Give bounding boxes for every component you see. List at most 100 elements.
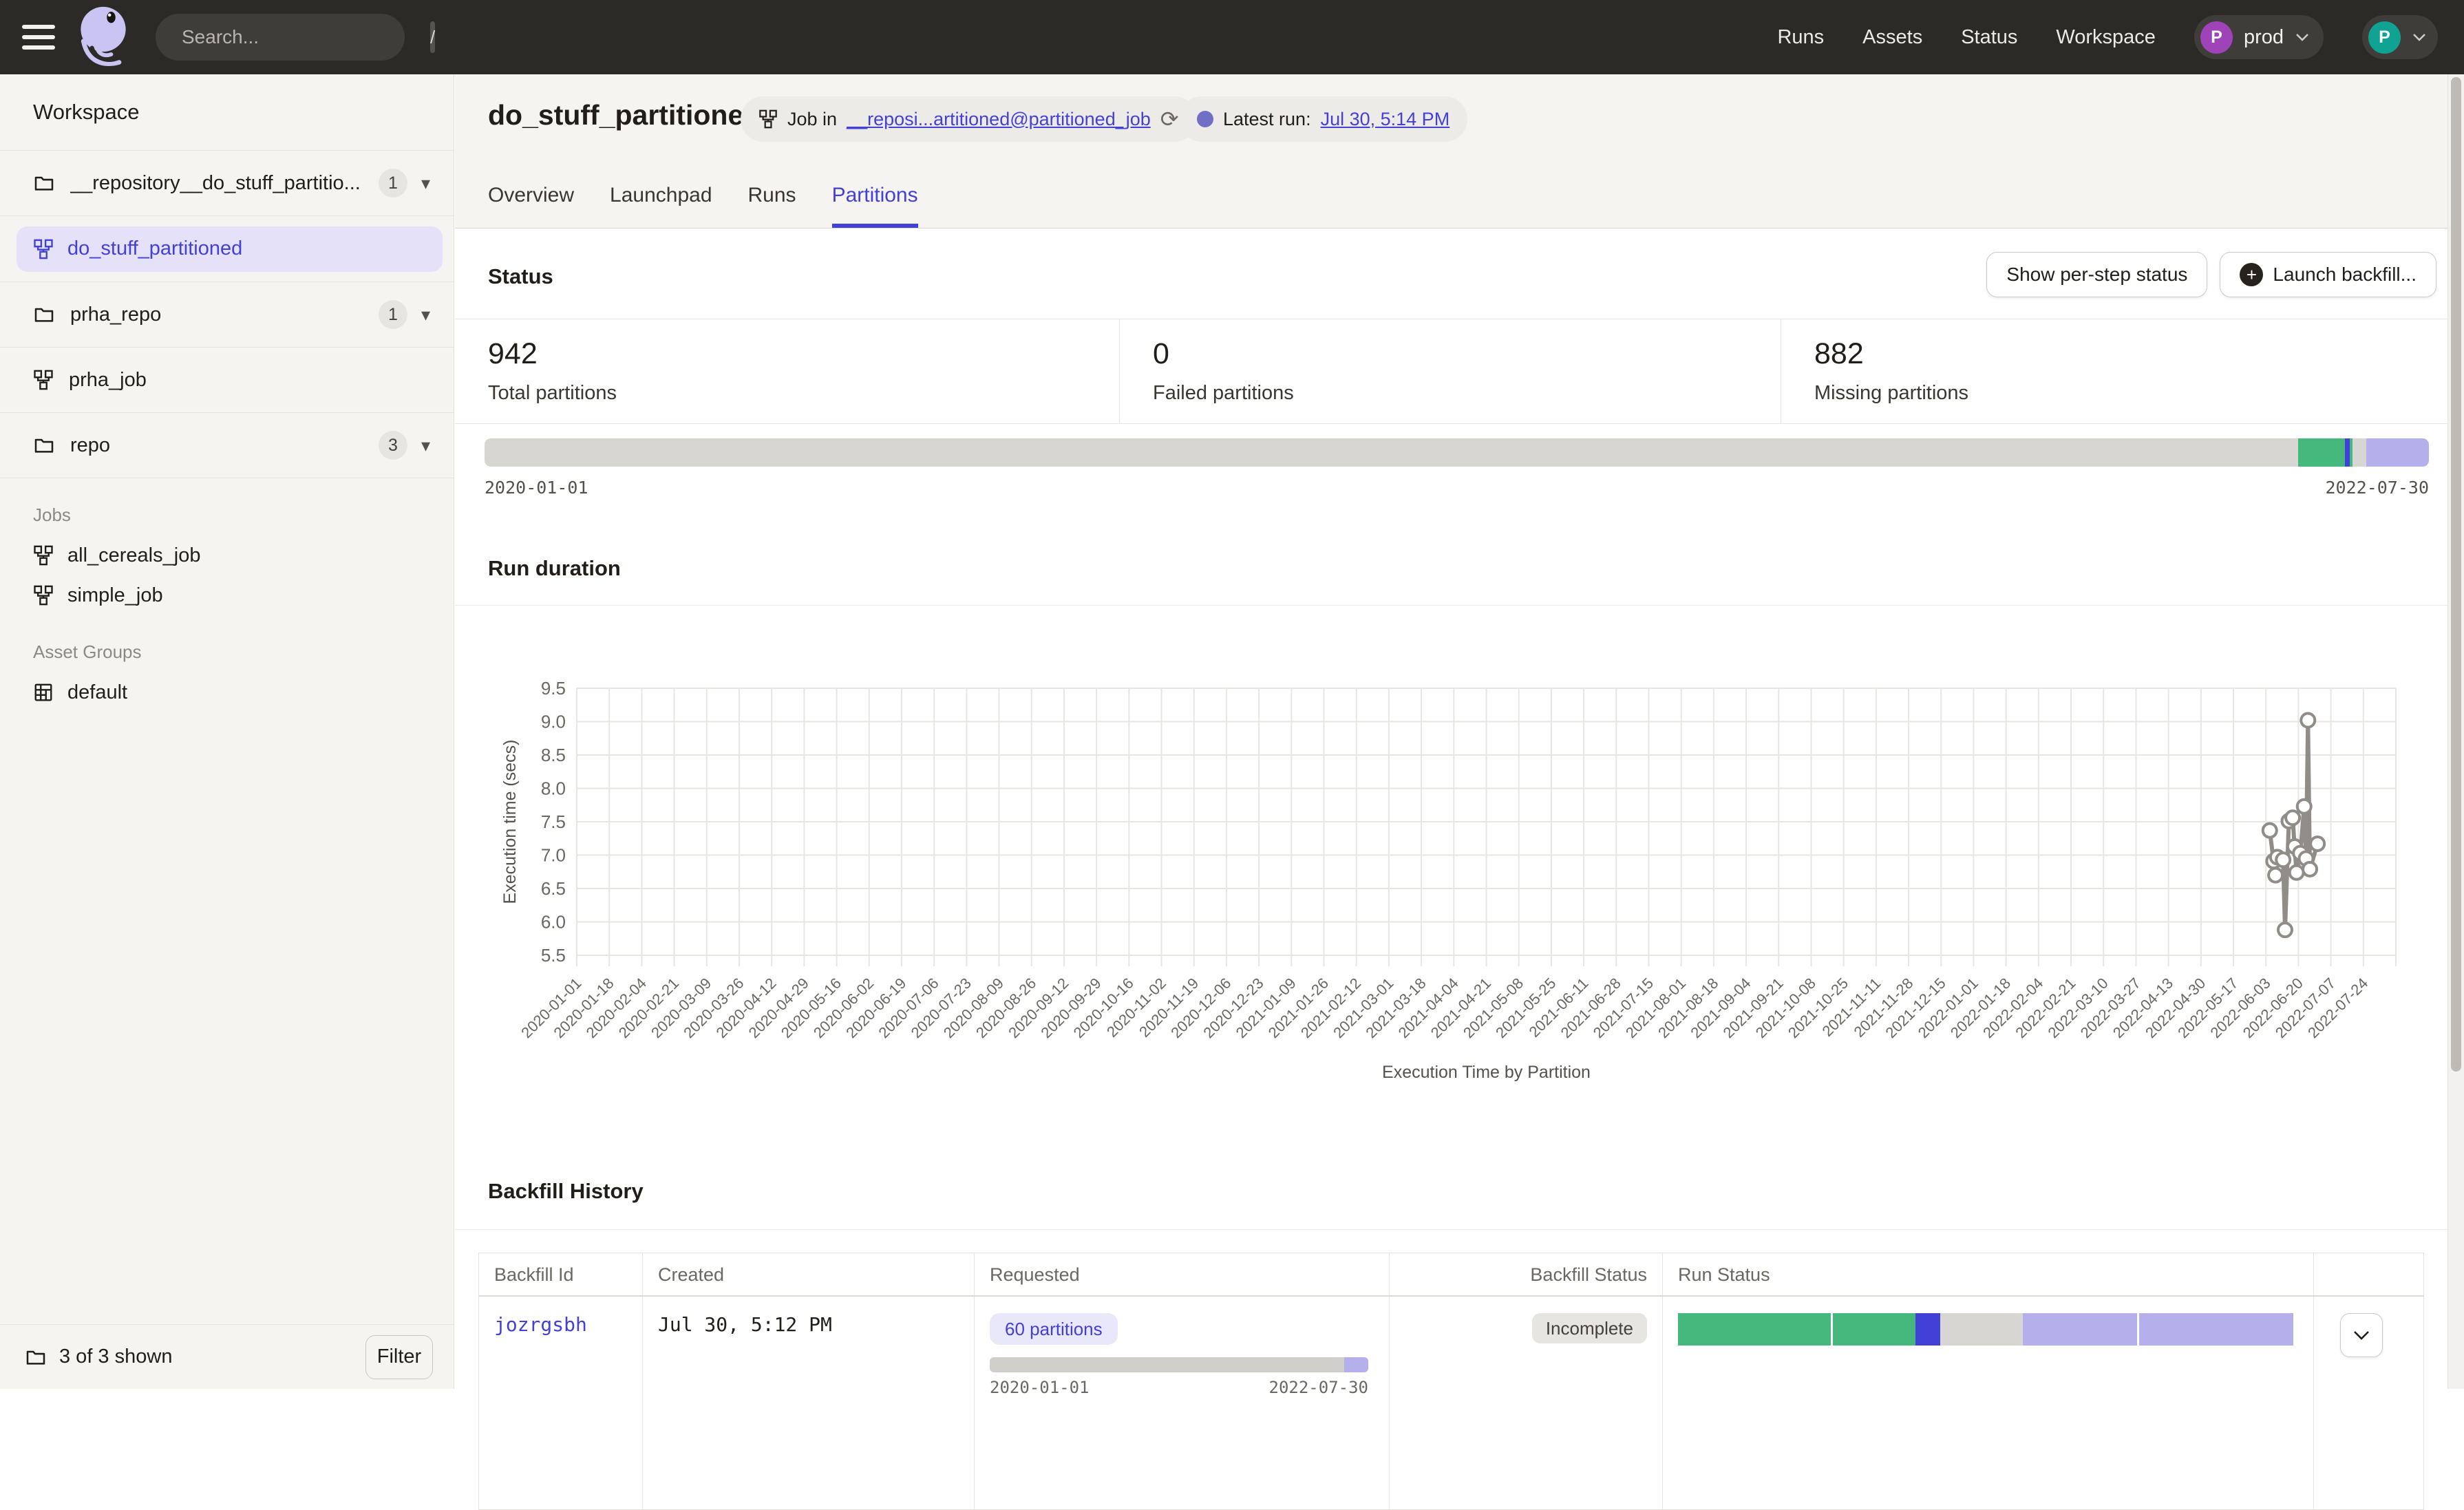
latest-run-pill: Latest run: Jul 30, 5:14 PM: [1179, 96, 1467, 142]
user-avatar: P: [2368, 21, 2401, 54]
bar-segment: [1915, 1313, 1940, 1346]
search-shortcut-badge: /: [430, 21, 435, 53]
column-header-backfill-id: Backfill Id: [479, 1253, 643, 1297]
stat-label: Failed partitions: [1153, 382, 1781, 405]
nav-link-workspace[interactable]: Workspace: [2056, 26, 2156, 49]
sidebar-item-default[interactable]: default: [0, 672, 454, 712]
launch-backfill-button[interactable]: + Launch backfill...: [2220, 252, 2436, 297]
table-row: jozrgsbh Jul 30, 5:12 PM 60 partitions 2…: [479, 1296, 2424, 1509]
table-header-row: Backfill IdCreatedRequestedBackfill Stat…: [479, 1253, 2424, 1297]
bar-segment: [1344, 1357, 1368, 1372]
sidebar-item-label: all_cereals_job: [67, 544, 200, 567]
nav-link-status[interactable]: Status: [1961, 26, 2017, 49]
partition-range-end: 2022-07-30: [2325, 478, 2429, 498]
partition-stats: 942Total partitions0Failed partitions882…: [455, 319, 2464, 424]
chevron-down-icon[interactable]: ▾: [421, 435, 430, 456]
sidebar-item-repo[interactable]: repo3 ▾: [0, 413, 454, 478]
bar-segment: [1833, 1313, 1915, 1346]
column-header-requested: Requested: [975, 1253, 1390, 1297]
user-menu[interactable]: P: [2362, 15, 2438, 59]
svg-text:6.0: 6.0: [541, 912, 566, 933]
latest-run-label: Latest run:: [1223, 109, 1311, 130]
job-icon: [33, 370, 54, 390]
sidebar-section-label: Asset Groups: [33, 641, 454, 663]
page-scrollbar[interactable]: [2447, 74, 2464, 1389]
job-origin-pill: Job in __reposi...artitioned@partitioned…: [741, 96, 1197, 142]
run-status-bar[interactable]: [1678, 1313, 2293, 1346]
workspace-sidebar: Workspace __repository__do_stuff_partiti…: [0, 74, 454, 1389]
svg-text:5.5: 5.5: [541, 945, 566, 966]
launch-backfill-label: Launch backfill...: [2273, 264, 2417, 286]
workspace-repo-list: __repository__do_stuff_partitio...1▾do_s…: [0, 151, 454, 478]
dagster-logo-icon[interactable]: [70, 4, 136, 70]
bar-segment: [2298, 438, 2345, 467]
nav-link-runs[interactable]: Runs: [1777, 26, 1824, 49]
deployment-switcher[interactable]: P prod: [2194, 15, 2324, 59]
stat-missing-partitions: 882Missing partitions: [1781, 319, 2464, 423]
chevron-down-icon: [2353, 1330, 2370, 1341]
sidebar-item-simple_job[interactable]: simple_job: [0, 575, 454, 615]
sidebar-item-label: prha_repo: [70, 304, 379, 326]
scrollbar-thumb[interactable]: [2451, 77, 2461, 1072]
tab-overview[interactable]: Overview: [488, 163, 574, 228]
bar-segment: [485, 438, 2298, 467]
search-box[interactable]: /: [156, 14, 405, 61]
backfill-history-table: Backfill IdCreatedRequestedBackfill Stat…: [478, 1253, 2424, 1510]
expand-row-button[interactable]: [2340, 1313, 2383, 1357]
partition-status-bar[interactable]: [485, 438, 2429, 467]
job-icon: [33, 545, 54, 566]
bar-segment: [2023, 1313, 2137, 1346]
backfill-id-link[interactable]: jozrgsbh: [494, 1313, 587, 1336]
search-input[interactable]: [182, 26, 430, 48]
svg-text:7.0: 7.0: [541, 845, 566, 866]
reload-icon[interactable]: ⟳: [1160, 106, 1179, 132]
folder-icon: [33, 172, 55, 194]
chevron-down-icon[interactable]: ▾: [421, 304, 430, 326]
sidebar-item-do_stuff_partitioned[interactable]: do_stuff_partitioned: [17, 226, 443, 272]
column-header-actions: [2314, 1253, 2424, 1297]
chevron-down-icon: [2295, 32, 2310, 42]
sidebar-item-prha_repo[interactable]: prha_repo1▾: [0, 282, 454, 348]
stat-value: 0: [1153, 337, 1781, 371]
page-title: do_stuff_partitioned: [488, 99, 761, 131]
sidebar-item-prha_job[interactable]: prha_job: [0, 348, 454, 413]
tab-partitions[interactable]: Partitions: [832, 163, 918, 228]
bar-segment: [2345, 438, 2350, 467]
svg-text:9.5: 9.5: [541, 678, 566, 699]
requested-partitions-badge[interactable]: 60 partitions: [990, 1313, 1118, 1345]
deployment-avatar: P: [2200, 21, 2233, 54]
stat-value: 882: [1814, 337, 2464, 371]
repo-count-badge: 1: [379, 169, 407, 198]
tab-launchpad[interactable]: Launchpad: [610, 163, 712, 228]
backfill-created: Jul 30, 5:12 PM: [658, 1313, 832, 1336]
bar-segment: [2139, 1313, 2293, 1346]
svg-text:9.0: 9.0: [541, 712, 566, 732]
tab-runs[interactable]: Runs: [748, 163, 796, 228]
sidebar-item-all_cereals_job[interactable]: all_cereals_job: [0, 535, 454, 575]
latest-run-link[interactable]: Jul 30, 5:14 PM: [1321, 109, 1450, 130]
repo-count-badge: 3: [379, 431, 407, 460]
sidebar-item-label: default: [67, 681, 127, 704]
nav-link-assets[interactable]: Assets: [1862, 26, 1922, 49]
chevron-down-icon[interactable]: ▾: [421, 173, 430, 194]
sidebar-item-label: repo: [70, 434, 379, 457]
bar-segment: [990, 1357, 1344, 1372]
show-per-step-status-button[interactable]: Show per-step status: [1986, 252, 2207, 297]
job-origin-link[interactable]: __reposi...artitioned@partitioned_job: [847, 109, 1151, 130]
job-icon: [758, 109, 778, 129]
svg-text:6.5: 6.5: [541, 878, 566, 899]
job-icon: [33, 585, 54, 606]
deployment-label: prod: [2244, 26, 2284, 49]
sidebar-item-__repository__do_stuff_partitio[interactable]: __repository__do_stuff_partitio...1▾: [0, 151, 454, 216]
menu-icon[interactable]: [22, 25, 55, 50]
sidebar-item-label: simple_job: [67, 584, 163, 607]
page-header: do_stuff_partitioned Job in __reposi...a…: [455, 74, 2464, 228]
svg-text:Execution time (secs): Execution time (secs): [500, 740, 520, 904]
folder-icon: [33, 434, 55, 456]
sidebar-section-label: Jobs: [33, 504, 454, 526]
chevron-down-icon: [2412, 32, 2427, 42]
sidebar-item-label: prha_job: [69, 369, 430, 392]
run-status-dot: [1197, 111, 1213, 127]
stat-label: Total partitions: [488, 382, 1119, 405]
filter-button[interactable]: Filter: [365, 1335, 433, 1379]
